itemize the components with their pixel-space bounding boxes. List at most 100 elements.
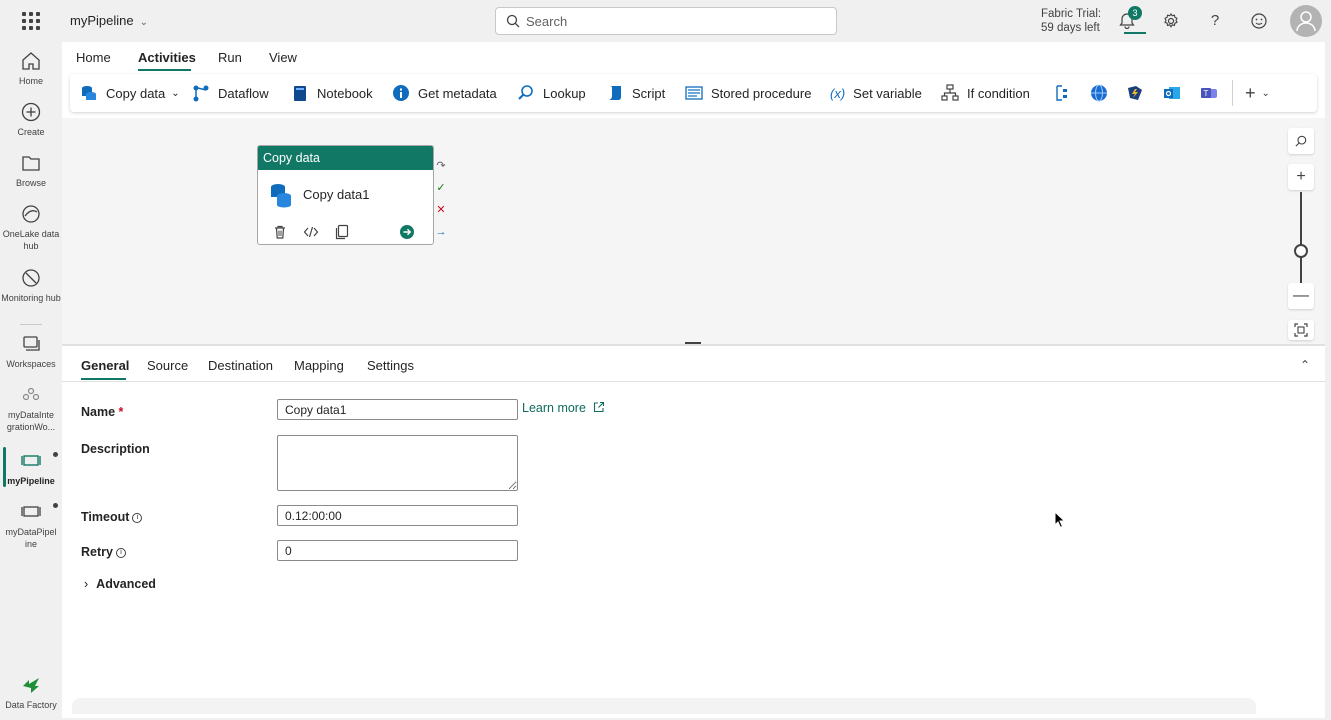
rail-item-mydatapipeline[interactable]: myDataPipel ine	[0, 501, 62, 550]
skip-connector-icon[interactable]: ↷	[435, 160, 447, 172]
panel-splitter[interactable]	[62, 344, 1325, 346]
trial-status[interactable]: Fabric Trial: 59 days left	[1041, 7, 1101, 35]
trial-line1: Fabric Trial:	[1041, 8, 1102, 20]
chevron-down-icon[interactable]: ⌄	[171, 88, 179, 99]
splitter-grip[interactable]	[685, 342, 701, 344]
zoom-slider-thumb[interactable]	[1294, 244, 1308, 258]
rail-item-home[interactable]: Home	[0, 50, 62, 87]
name-label: Name *	[81, 405, 123, 419]
dataflow-button[interactable]: Dataflow	[192, 83, 269, 103]
open-item-dot	[53, 503, 58, 508]
rail-item-onelake[interactable]: OneLake data hub	[0, 203, 62, 252]
help-icon[interactable]: ?	[1206, 12, 1224, 30]
timeout-input[interactable]	[277, 505, 518, 526]
timeout-label-text: Timeout	[81, 510, 130, 524]
dataflow-icon	[193, 85, 209, 102]
tab-run[interactable]: Run	[218, 50, 242, 65]
rail-item-browse[interactable]: Browse	[0, 152, 62, 189]
if-condition-button[interactable]: If condition	[941, 83, 1030, 103]
outlook-button[interactable]	[1163, 83, 1189, 103]
rail-item-create[interactable]: Create	[0, 101, 62, 138]
pipeline-canvas[interactable]: Copy data Copy data1 ↷ ✓ ✕ → + —	[62, 118, 1325, 344]
teams-button[interactable]: T	[1200, 83, 1226, 103]
learn-more-text: Learn more	[522, 401, 586, 415]
search-input[interactable]: Search	[495, 7, 837, 35]
code-icon[interactable]	[303, 224, 319, 240]
arrow-circle-right-icon[interactable]	[399, 224, 415, 240]
more-activities-button[interactable]: + ⌄	[1245, 83, 1270, 103]
zoom-in-button[interactable]: +	[1288, 164, 1314, 190]
name-input[interactable]	[277, 399, 518, 420]
azure-function-icon	[1128, 86, 1142, 100]
tab-home[interactable]: Home	[76, 50, 111, 65]
advanced-expander[interactable]: › Advanced	[84, 577, 156, 591]
copy-data-button[interactable]: Copy data ⌄	[80, 83, 180, 103]
rail-label: Monitoring hub	[1, 293, 61, 303]
delete-icon[interactable]	[272, 224, 288, 240]
if-condition-icon	[941, 84, 959, 101]
search-icon	[506, 14, 520, 28]
learn-more-link[interactable]: Learn more	[522, 401, 605, 415]
tab-settings[interactable]: Settings	[367, 358, 414, 373]
rail-item-monitoring[interactable]: Monitoring hub	[0, 267, 62, 304]
tab-destination[interactable]: Destination	[208, 358, 273, 373]
info-icon[interactable]: i	[115, 548, 126, 558]
search-canvas-button[interactable]	[1288, 128, 1314, 154]
stored-procedure-button[interactable]: Stored procedure	[685, 83, 811, 103]
fail-connector-icon[interactable]: ✕	[435, 204, 447, 216]
lookup-button[interactable]: Lookup	[517, 83, 586, 103]
ribbon-tabs: Home Activities Run View	[62, 42, 1325, 72]
app-title[interactable]: myPipeline ⌄	[70, 13, 148, 28]
workspace-group-icon	[22, 387, 40, 401]
completion-connector-icon[interactable]: →	[435, 226, 447, 238]
tab-general[interactable]: General	[81, 358, 129, 373]
mouse-cursor-icon	[1054, 511, 1066, 529]
notebook-button[interactable]: Notebook	[291, 83, 373, 103]
retry-label: Retry i	[81, 545, 126, 559]
info-icon[interactable]: i	[132, 513, 143, 523]
info-icon	[393, 85, 409, 101]
zoom-slider-track[interactable]	[1300, 192, 1302, 292]
search-placeholder: Search	[526, 14, 568, 29]
app-launcher-icon[interactable]	[22, 12, 40, 30]
gear-icon[interactable]	[1162, 12, 1180, 30]
rail-label: Browse	[15, 178, 46, 188]
tab-activities[interactable]: Activities	[138, 50, 196, 65]
notebook-label: Notebook	[317, 85, 373, 101]
azure-function-button[interactable]	[1126, 83, 1152, 103]
retry-input[interactable]	[277, 540, 518, 561]
notebook-icon	[294, 86, 306, 101]
horizontal-scrollbar[interactable]	[72, 698, 1256, 714]
copy-data-activity-node[interactable]: Copy data Copy data1	[257, 145, 434, 245]
activities-toolbar: Copy data ⌄ Dataflow Notebook Get metada…	[70, 74, 1317, 112]
avatar[interactable]	[1290, 5, 1322, 37]
rail-item-workspace[interactable]: myDataInte grationWo...	[0, 384, 62, 433]
rail-item-workspaces[interactable]: Workspaces	[0, 333, 62, 370]
feedback-smiley-icon[interactable]	[1250, 12, 1268, 30]
tab-source[interactable]: Source	[147, 358, 188, 373]
app-title-label: myPipeline	[70, 13, 134, 28]
script-button[interactable]: Script	[606, 83, 665, 103]
copy-data-label: Copy data	[106, 85, 166, 101]
rail-label: OneLake data hub	[2, 229, 60, 251]
tab-mapping[interactable]: Mapping	[294, 358, 344, 373]
success-connector-icon[interactable]: ✓	[435, 182, 447, 194]
description-textarea[interactable]	[277, 435, 518, 491]
zoom-out-button[interactable]: —	[1288, 283, 1314, 309]
fit-to-screen-button[interactable]	[1288, 320, 1314, 340]
name-label-text: Name	[81, 405, 116, 419]
open-item-dot	[53, 452, 58, 457]
activity-type-header: Copy data	[258, 146, 433, 170]
pipeline-icon	[21, 455, 41, 466]
rail-item-data-factory[interactable]: Data Factory	[0, 674, 62, 711]
stored-procedure-label: Stored procedure	[711, 85, 812, 101]
set-variable-button[interactable]: (x) Set variable	[830, 83, 922, 103]
clone-icon[interactable]	[334, 224, 350, 240]
get-metadata-label: Get metadata	[418, 85, 497, 101]
chevron-right-icon: ›	[84, 577, 89, 591]
get-metadata-button[interactable]: Get metadata	[392, 83, 497, 103]
chevron-up-icon[interactable]: ⌃	[1300, 358, 1310, 372]
web-button[interactable]	[1090, 83, 1116, 103]
foreach-button[interactable]	[1054, 83, 1078, 103]
tab-view[interactable]: View	[269, 50, 297, 65]
